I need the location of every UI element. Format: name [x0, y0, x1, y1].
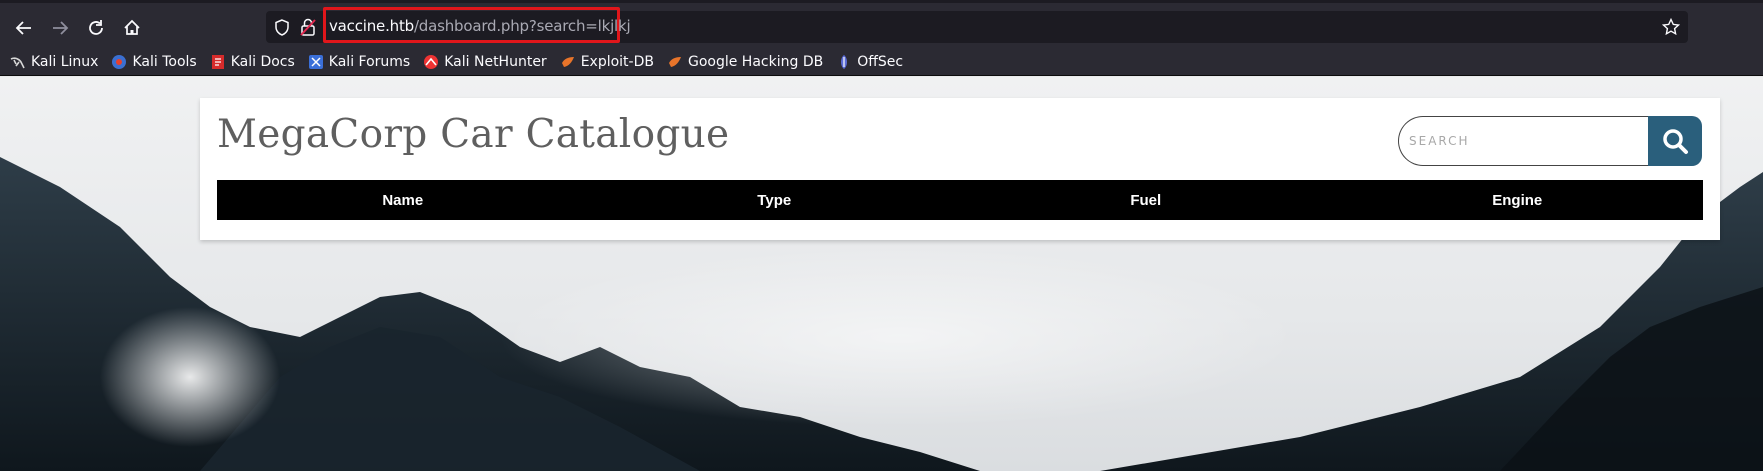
- bookmark-kali-linux[interactable]: Kali Linux: [10, 54, 98, 70]
- forward-button[interactable]: [47, 15, 73, 41]
- nethunter-icon: [424, 54, 439, 69]
- offsec-icon: [841, 54, 848, 69]
- bookmark-exploit-db[interactable]: Exploit-DB: [560, 54, 654, 70]
- bookmark-kali-tools[interactable]: Kali Tools: [111, 53, 197, 70]
- home-icon: [124, 19, 140, 35]
- search-icon: [1663, 129, 1688, 154]
- bookmark-star-icon[interactable]: [1662, 18, 1680, 36]
- shield-icon: [275, 19, 289, 36]
- bookmark-label: Kali Tools: [132, 53, 197, 70]
- bookmark-kali-forums[interactable]: Kali Forums: [308, 54, 410, 70]
- forward-arrow-icon: [53, 21, 69, 35]
- bookmark-kali-nethunter[interactable]: Kali NetHunter: [423, 53, 547, 70]
- reload-button[interactable]: [83, 15, 109, 41]
- column-header-engine: Engine: [1492, 191, 1543, 209]
- bookmark-label: Exploit-DB: [580, 53, 654, 70]
- column-header-type: Type: [757, 191, 792, 209]
- reload-icon: [89, 20, 103, 35]
- home-button[interactable]: [119, 15, 145, 41]
- table-header: Name Type Fuel Engine: [217, 180, 1703, 220]
- bookmarks-bar: Kali Linux Kali Tools Kali Docs Kali For…: [0, 48, 1763, 76]
- search-input[interactable]: [1398, 116, 1654, 166]
- url-path: /dashboard.php?search=lkjlkj: [413, 17, 631, 35]
- page-viewport: MegaCorp Car Catalogue Name Type Fuel En…: [0, 77, 1763, 471]
- kali-tools-icon: [112, 54, 127, 69]
- kali-dragon-icon: [10, 56, 25, 68]
- column-header-fuel: Fuel: [1130, 191, 1162, 209]
- back-button[interactable]: [11, 15, 37, 41]
- bookmark-label: Kali Linux: [31, 53, 99, 70]
- page-title: MegaCorp Car Catalogue: [217, 112, 730, 157]
- url-text[interactable]: vaccine.htb/dashboard.php?search=lkjlkj: [329, 17, 631, 35]
- search-form: [1398, 116, 1702, 166]
- bookmark-google-hacking-db[interactable]: Google Hacking DB: [667, 54, 823, 70]
- bookmark-label: Kali Docs: [230, 53, 295, 70]
- browser-toolbar: vaccine.htb/dashboard.php?search=lkjlkj: [0, 0, 1763, 48]
- bookmark-label: Google Hacking DB: [687, 53, 824, 70]
- kali-forums-icon: [308, 54, 323, 69]
- bookmark-offsec[interactable]: OffSec: [836, 54, 903, 70]
- column-header-name: Name: [382, 191, 424, 209]
- bookmark-label: Kali NetHunter: [444, 53, 547, 70]
- ghdb-icon: [668, 56, 681, 67]
- back-arrow-icon: [15, 21, 31, 35]
- bookmark-label: OffSec: [857, 53, 904, 70]
- url-host: vaccine.htb: [329, 17, 414, 35]
- bookmark-label: Kali Forums: [328, 53, 411, 70]
- catalogue-card: MegaCorp Car Catalogue Name Type Fuel En…: [200, 98, 1720, 240]
- bookmark-kali-docs[interactable]: Kali Docs: [210, 54, 295, 70]
- exploit-db-icon: [561, 56, 574, 67]
- search-button[interactable]: [1648, 116, 1702, 166]
- kali-docs-icon: [211, 54, 224, 69]
- insecure-lock-icon: [300, 18, 316, 36]
